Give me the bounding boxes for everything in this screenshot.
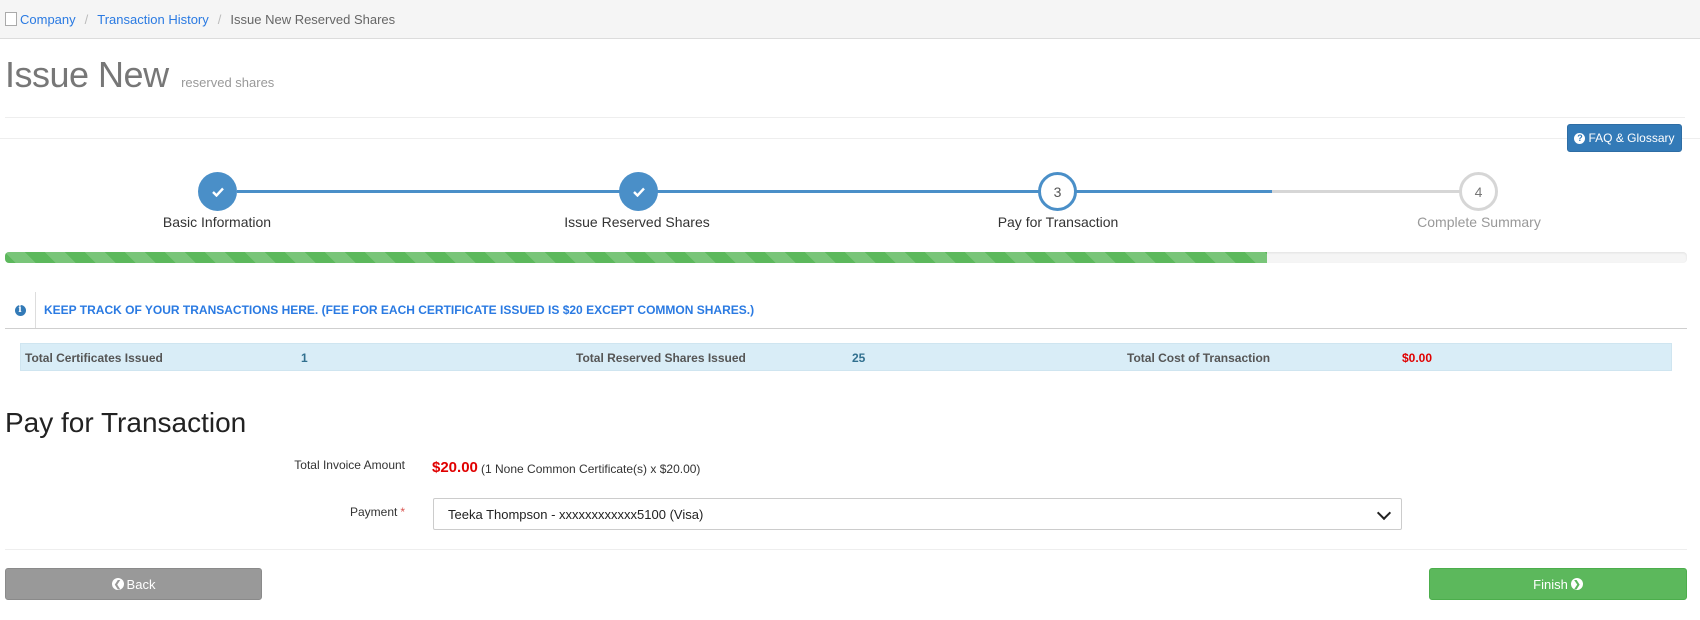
section-title: Pay for Transaction: [5, 407, 247, 438]
info-banner: i KEEP TRACK OF YOUR TRANSACTIONS HERE. …: [5, 292, 1687, 329]
breadcrumb-current: Issue New Reserved Shares: [230, 11, 396, 27]
invoice-amount: $20.00: [432, 459, 478, 476]
totals-row: Total Certificates Issued 1 Total Reserv…: [20, 343, 1672, 371]
arrow-left-circle-icon: ❮: [111, 578, 124, 590]
divider: [5, 549, 1687, 550]
chevron-down-icon: [1376, 505, 1392, 521]
page-title-text: Issue New: [5, 54, 169, 95]
required-marker: *: [400, 505, 405, 519]
breadcrumb-company-link[interactable]: Company: [20, 12, 76, 27]
finish-button-label: Finish: [1533, 576, 1568, 592]
total-shares-label: Total Reserved Shares Issued: [576, 351, 746, 365]
info-text: KEEP TRACK OF YOUR TRANSACTIONS HERE. (F…: [44, 303, 755, 317]
breadcrumb-transaction-history-link[interactable]: Transaction History: [97, 12, 209, 27]
step-4-label: Complete Summary: [1417, 214, 1541, 230]
page-subtitle: reserved shares: [181, 75, 275, 90]
arrow-right-circle-icon: ❯: [1570, 578, 1583, 590]
faq-glossary-button[interactable]: ? FAQ & Glossary: [1567, 124, 1682, 152]
check-icon: [211, 187, 224, 197]
finish-button[interactable]: Finish ❯: [1429, 568, 1687, 600]
breadcrumb: Company / Transaction History / Issue Ne…: [0, 0, 1700, 39]
info-icon-container: i: [5, 292, 36, 328]
progress-bar: [5, 252, 1687, 263]
stepper-line-complete: [237, 190, 1272, 193]
payment-selected-value: Teeka Thompson - xxxxxxxxxxxx5100 (Visa): [448, 506, 704, 522]
page-title: Issue New reserved shares: [5, 54, 274, 96]
faq-button-label: FAQ & Glossary: [1588, 131, 1675, 145]
invoice-amount-label: Total Invoice Amount: [294, 458, 405, 472]
step-1-label: Basic Information: [162, 214, 272, 230]
total-cost-label: Total Cost of Transaction: [1127, 351, 1271, 365]
payment-select[interactable]: Teeka Thompson - xxxxxxxxxxxx5100 (Visa): [433, 498, 1402, 530]
payment-label: Payment *: [240, 505, 405, 519]
breadcrumb-separator: /: [217, 11, 222, 27]
info-circle-icon: i: [14, 304, 26, 316]
total-certificates-label: Total Certificates Issued: [25, 351, 163, 365]
total-certificates-value: 1: [301, 351, 308, 365]
total-shares-value: 25: [852, 351, 866, 365]
back-button-label: Back: [126, 576, 156, 592]
divider: [0, 138, 1700, 139]
invoice-amount-detail: (1 None Common Certificate(s) x $20.00): [481, 462, 701, 476]
step-2-label: Issue Reserved Shares: [564, 214, 710, 230]
step-4-circle: 4: [1459, 172, 1498, 211]
progress-fill: [5, 252, 1267, 263]
step-2-circle: [619, 172, 658, 211]
step-3-circle: 3: [1038, 172, 1077, 211]
check-icon: [632, 187, 645, 197]
breadcrumb-separator: /: [84, 11, 89, 27]
total-cost-value: $0.00: [1402, 351, 1433, 365]
payment-label-text: Payment: [349, 505, 398, 519]
divider: [5, 117, 1685, 118]
question-circle-icon: ?: [1574, 132, 1586, 144]
stepper-line-pending: [1272, 190, 1479, 193]
back-button[interactable]: ❮ Back: [5, 568, 262, 600]
step-3-label: Pay for Transaction: [997, 214, 1119, 230]
document-icon: [5, 12, 17, 26]
step-1-circle: [198, 172, 237, 211]
